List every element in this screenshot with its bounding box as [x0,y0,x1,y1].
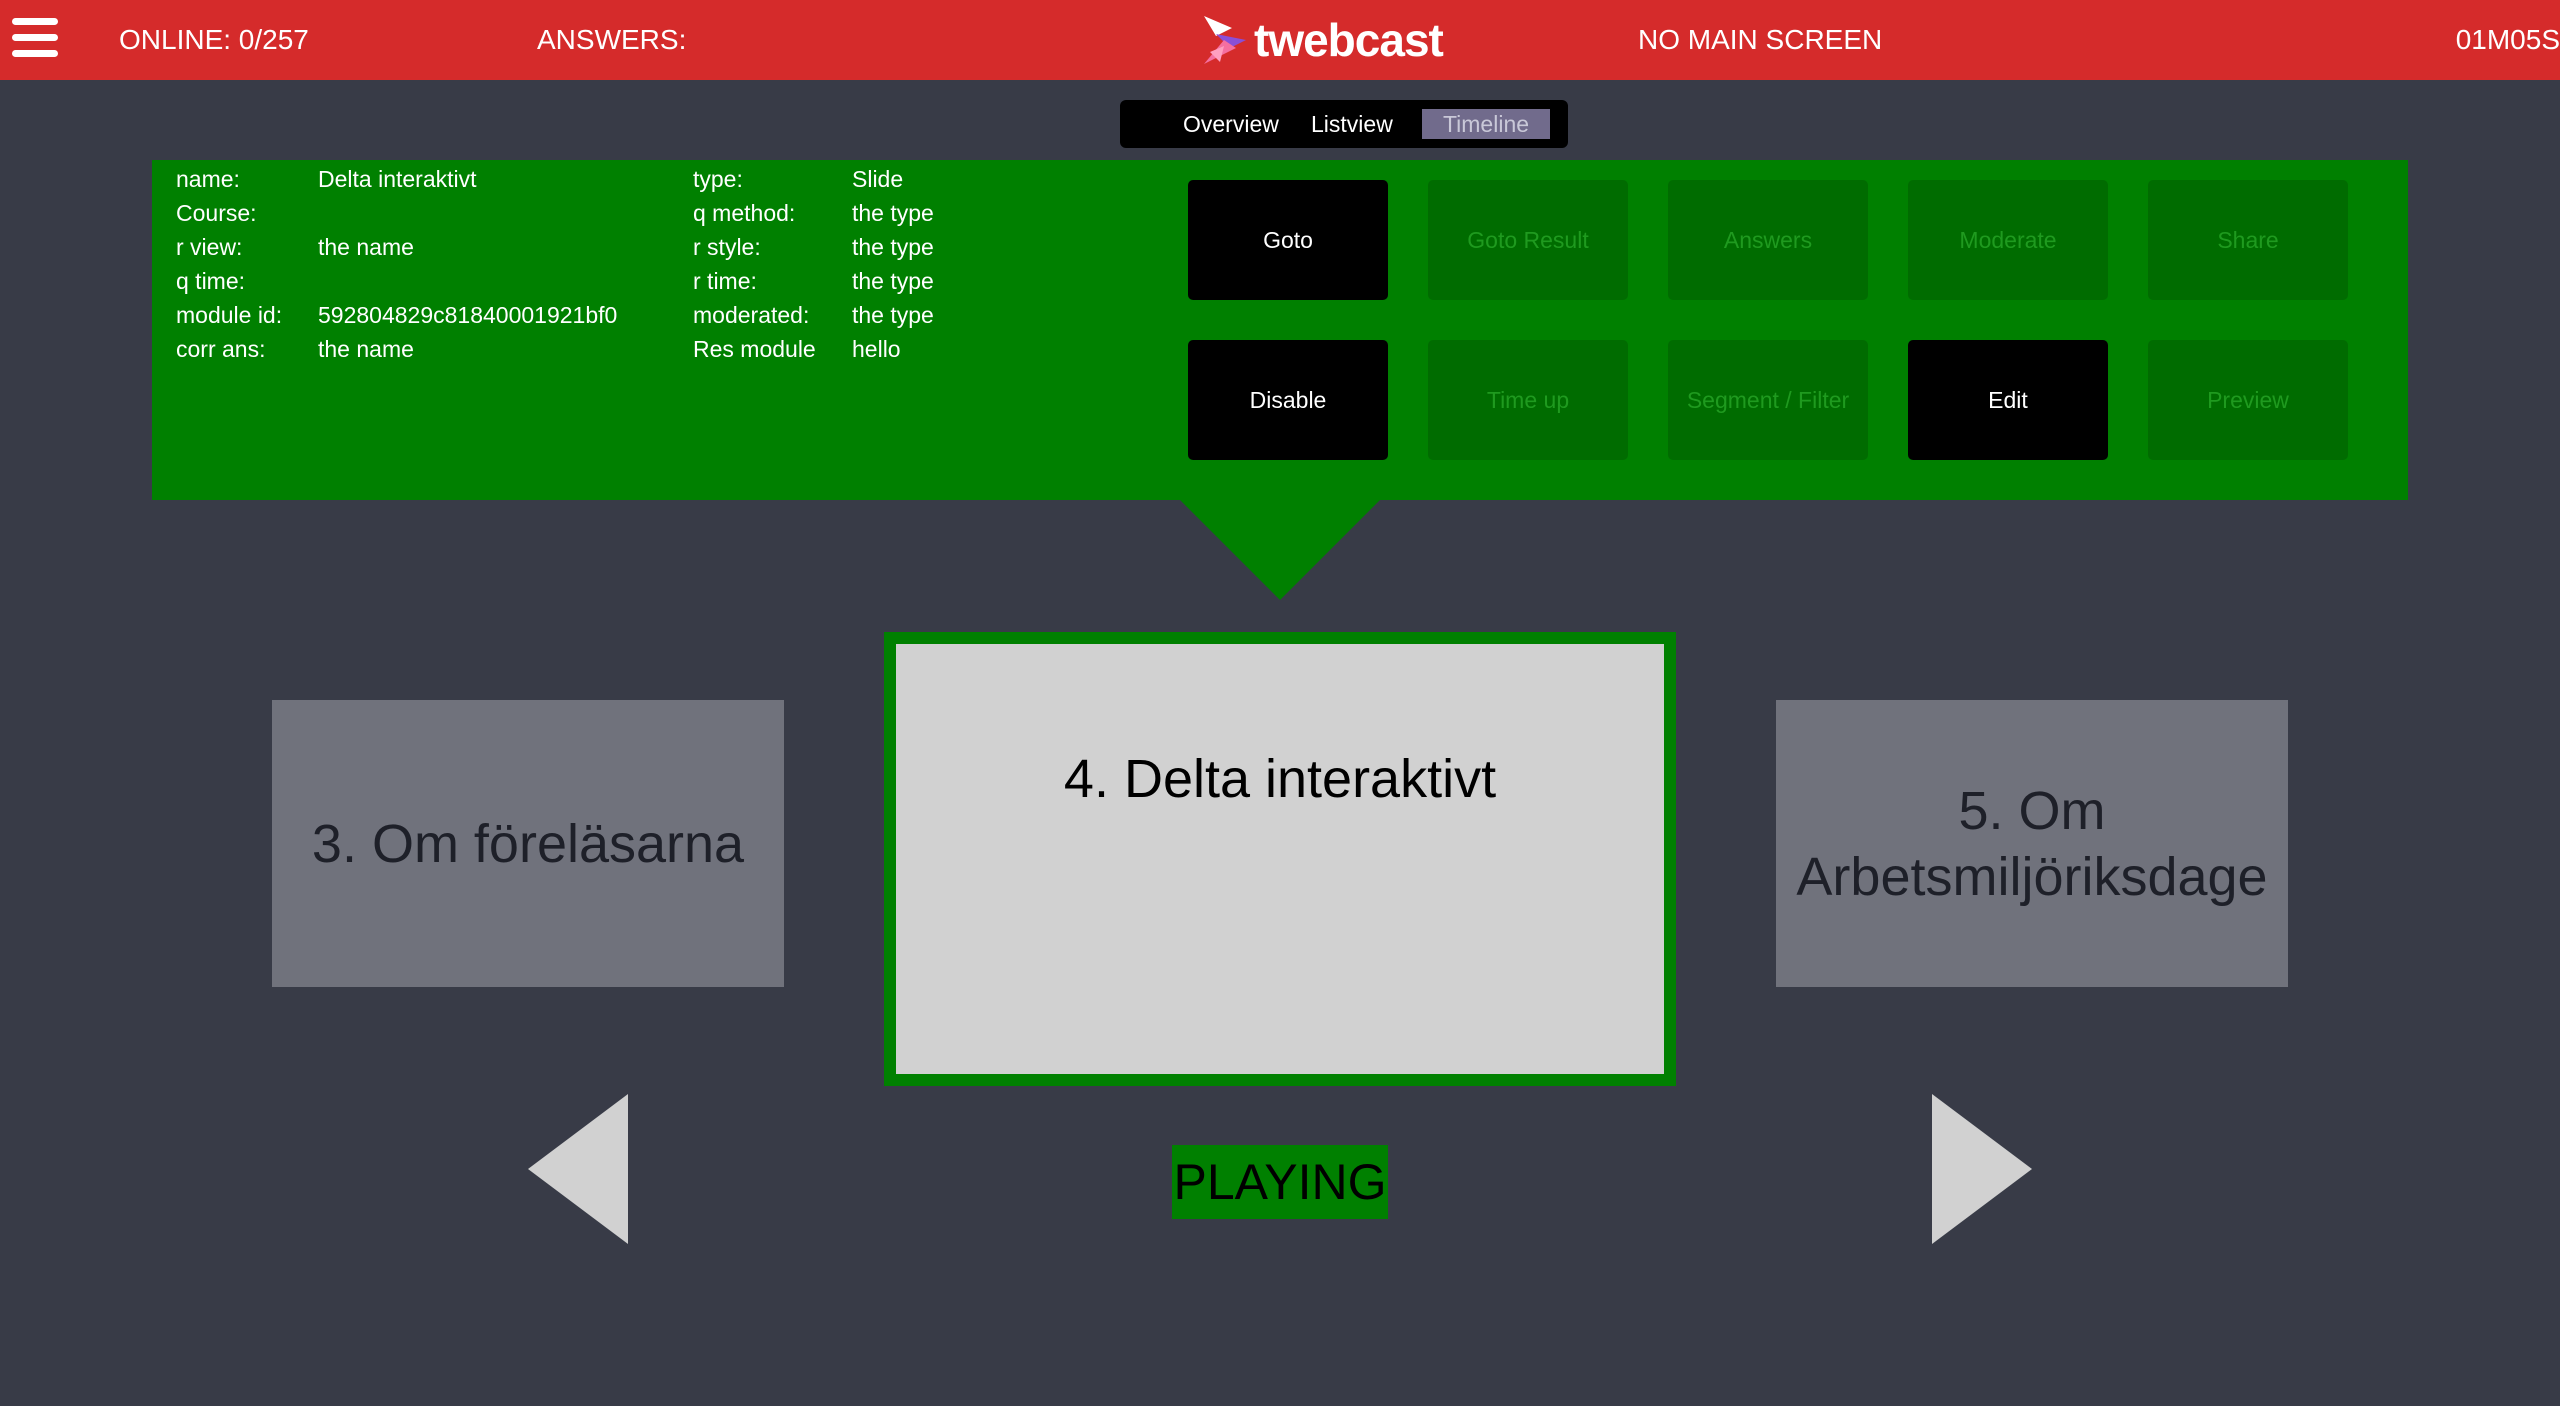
main-screen-status: NO MAIN SCREEN [1638,24,1883,55]
info-key-q-time: q time: [176,268,246,294]
info-key-r-view: r view: [176,234,243,260]
next-slide-title: 5. Om Arbetsmiljöriksdage [1796,780,2268,907]
tab-overview[interactable]: Overview [1171,109,1291,139]
info-value-q-method: the type [852,200,934,226]
edit-button[interactable]: Edit [1908,340,2108,460]
info-key-course: Course: [176,200,257,226]
info-key-name: name: [176,166,240,192]
info-key-moderated: moderated: [693,302,810,328]
twebcast-logo: twebcast [1202,14,1444,66]
info-key-type: type: [693,166,743,192]
info-value-r-time: the type [852,268,934,294]
info-value-corr-ans: the name [318,336,414,362]
info-key-res-module: Res module [693,336,816,362]
hamburger-menu-icon[interactable] [12,18,58,58]
disable-button[interactable]: Disable [1188,340,1388,460]
info-key-r-style: r style: [693,234,761,260]
tab-timeline[interactable]: Timeline [1422,109,1550,139]
view-switcher: Overview Listview Timeline [1120,100,1568,148]
previous-slide-title: 3. Om föreläsarna [311,813,745,874]
info-value-name: Delta interaktivt [318,166,477,192]
goto-result-button[interactable]: Goto Result [1428,180,1628,300]
next-slide-card[interactable]: 5. Om Arbetsmiljöriksdage [1776,700,2288,987]
info-value-module-id: 592804829c81840001921bf0 [318,302,618,328]
triangle-right-icon[interactable] [1932,1094,2032,1244]
panel-pointer [1180,500,1380,600]
time-up-button[interactable]: Time up [1428,340,1628,460]
info-key-module-id: module id: [176,302,283,328]
current-slide-title: 4. Delta interaktivt [1063,749,1497,809]
answers-button[interactable]: Answers [1668,180,1868,300]
info-value-moderated: the type [852,302,934,328]
module-info-panel: name: Delta interaktivt Course: r view: … [152,160,2408,500]
info-value-type: Slide [852,166,904,192]
info-value-res-module: hello [852,336,901,362]
info-value-r-view: the name [318,234,414,260]
twebcast-logo-icon [1204,16,1246,64]
playing-status-badge: PLAYING [1172,1145,1388,1219]
moderate-button[interactable]: Moderate [1908,180,2108,300]
session-timer: 01M05S [2455,24,2560,55]
segment-filter-button[interactable]: Segment / Filter [1668,340,1868,460]
info-value-r-style: the type [852,234,934,260]
info-key-q-method: q method: [693,200,796,226]
logo-text: twebcast [1254,14,1444,66]
answers-count: ANSWERS: [537,24,687,55]
current-slide-card[interactable]: 4. Delta interaktivt [884,632,1676,1086]
goto-button[interactable]: Goto [1188,180,1388,300]
top-bar: ONLINE: 0/257 ANSWERS: twebcast NO MAIN … [0,0,2560,80]
info-key-corr-ans: corr ans: [176,336,266,362]
triangle-left-icon[interactable] [528,1094,628,1244]
previous-slide-card[interactable]: 3. Om föreläsarna [272,700,784,987]
online-count: ONLINE: 0/257 [119,24,309,55]
preview-button[interactable]: Preview [2148,340,2348,460]
tab-listview[interactable]: Listview [1299,109,1405,139]
info-key-r-time: r time: [693,268,757,294]
share-button[interactable]: Share [2148,180,2348,300]
